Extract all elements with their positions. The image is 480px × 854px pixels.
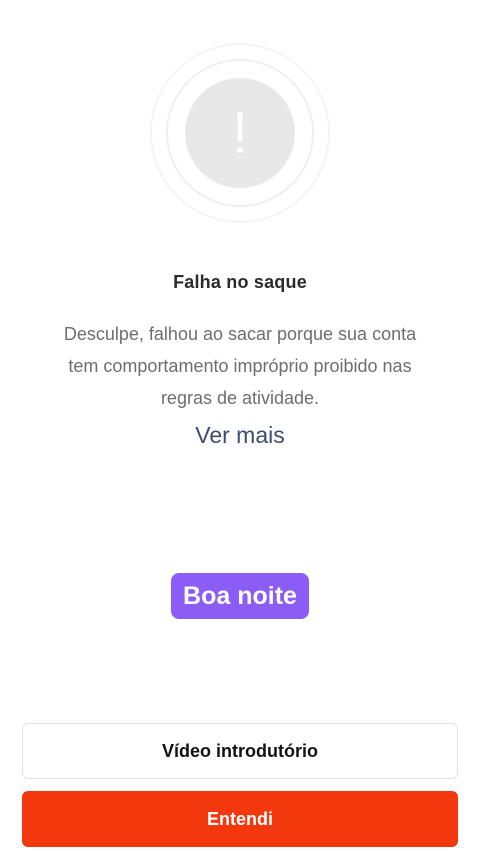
see-more-link[interactable]: Ver mais	[0, 422, 480, 449]
withdrawal-failed-screen: Falha no saque Desculpe, falhou ao sacar…	[0, 0, 480, 854]
intro-video-button[interactable]: Vídeo introdutório	[22, 723, 458, 779]
dialog-message: Desculpe, falhou ao sacar porque sua con…	[63, 324, 417, 408]
confirm-button[interactable]: Entendi	[22, 791, 458, 847]
greeting-badge: Boa noite	[171, 573, 309, 619]
exclamation-icon	[149, 42, 331, 224]
dialog-title: Falha no saque	[173, 272, 307, 292]
